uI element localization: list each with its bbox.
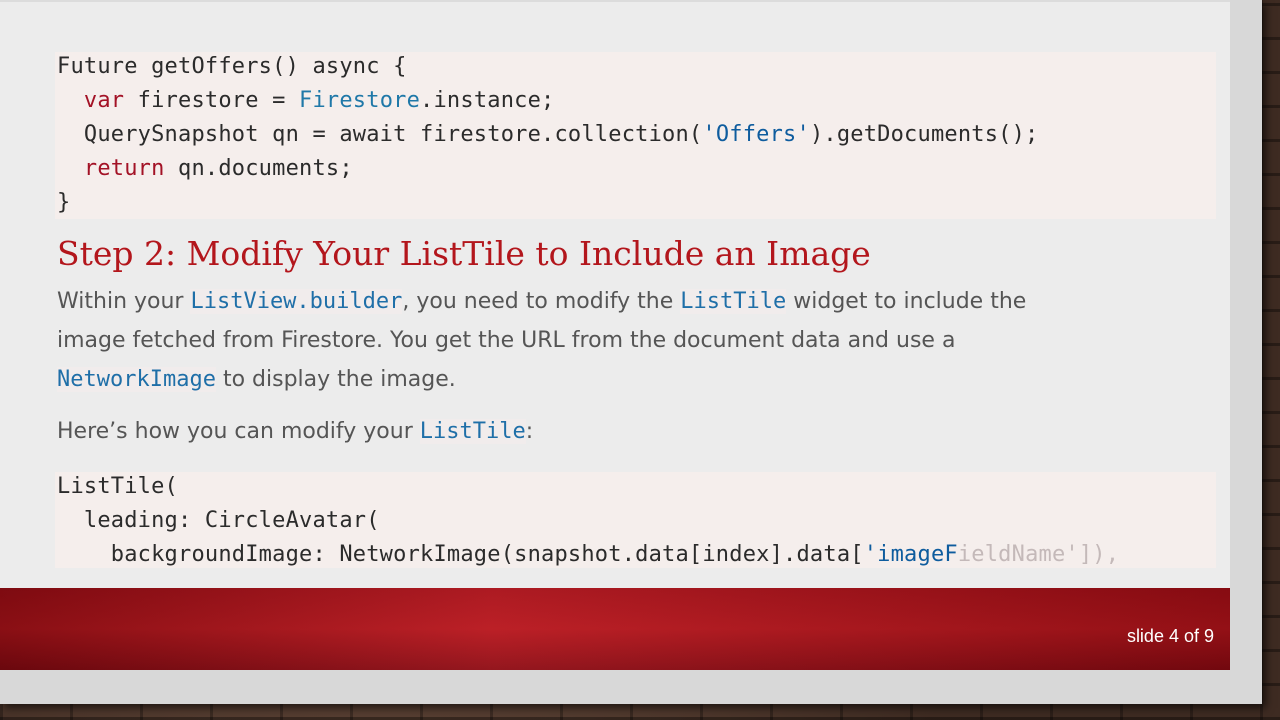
paragraph-line: Within your ListView.builder, you need t… [57,288,1026,316]
text: Within your [57,289,191,314]
code-line: leading: CircleAvatar( [57,508,380,536]
text: widget to include the [786,289,1027,314]
code-text: backgroundImage: NetworkImage(snapshot.d… [57,542,864,567]
paragraph-line: Here’s how you can modify your ListTile: [57,418,533,446]
text: image fetched from Firestore. You get th… [57,328,956,353]
code-text: qn.documents; [164,156,353,181]
text: : [525,419,534,444]
code-line: return qn.documents; [57,156,353,184]
code-text: Future getOffers() async { [57,54,407,79]
code-line: QuerySnapshot qn = await firestore.colle… [57,122,1039,150]
code-text: firestore = [124,88,300,113]
code-text: .instance; [420,88,555,113]
inline-code: NetworkImage [57,367,216,392]
code-string: 'imageF [863,542,958,567]
text: to display the image. [215,367,456,392]
inline-code: ListTile [419,419,526,444]
code-text: ).getDocuments(); [809,122,1039,147]
code-class-name: Firestore [299,88,421,113]
code-string-faded: ieldName' [957,542,1079,567]
slide-number: slide 4 of 9 [1126,626,1214,646]
text: , you need to modify the [402,289,681,314]
inline-code: ListView.builder [190,289,403,314]
footer-bar: slide 4 of 9 [0,588,1230,670]
code-text-faded: ]), [1078,542,1120,567]
slide-top-border [0,0,1230,2]
code-line: } [57,190,70,218]
inline-code: ListTile [680,289,787,314]
code-block-get-offers: Future getOffers() async { var firestore… [55,52,1216,219]
code-keyword: var [83,88,125,113]
step-heading: Step 2: Modify Your ListTile to Include … [57,234,871,273]
code-text: ListTile( [57,474,179,499]
code-text: QuerySnapshot qn = await firestore.colle… [83,122,703,147]
code-text: } [57,190,71,215]
code-line: Future getOffers() async { [57,54,407,82]
text: Here’s how you can modify your [57,419,420,444]
paragraph-line: image fetched from Firestore. You get th… [57,327,955,355]
code-line: backgroundImage: NetworkImage(snapshot.d… [57,542,1119,568]
code-text: leading: CircleAvatar( [57,508,380,533]
code-block-list-tile: ListTile( leading: CircleAvatar( backgro… [55,472,1216,568]
code-string: 'Offers' [702,122,810,147]
code-line: var firestore = Firestore.instance; [57,88,555,116]
paragraph-line: NetworkImage to display the image. [57,366,456,394]
code-keyword: return [83,156,165,181]
code-line: ListTile( [57,474,178,502]
slide: Future getOffers() async { var firestore… [0,0,1230,670]
